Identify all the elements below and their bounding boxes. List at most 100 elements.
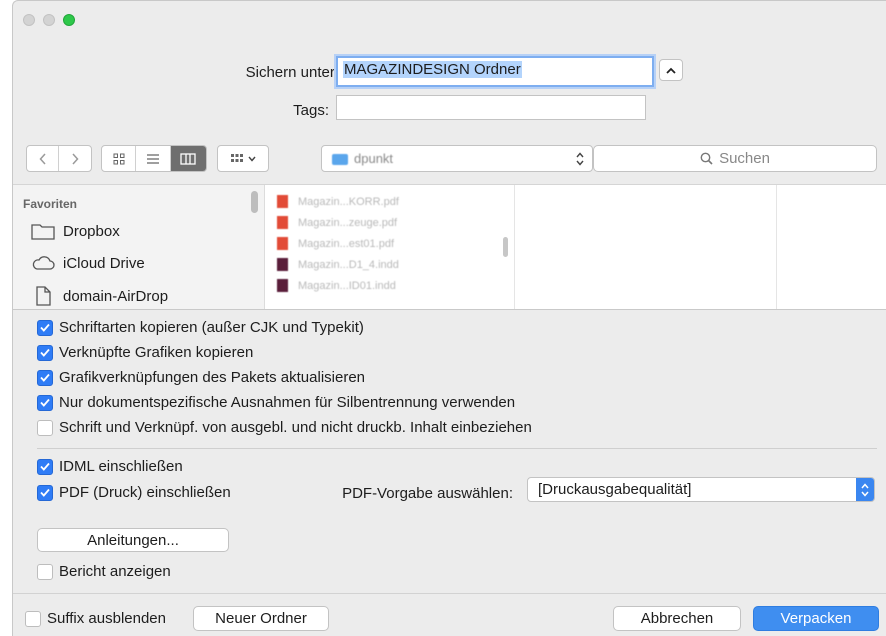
option-label: Grafikverknüpfungen des Pakets aktualisi… xyxy=(59,369,366,386)
gallery-grid-icon xyxy=(231,153,243,162)
pdf-preset-value: [Druckausgabequalität] xyxy=(538,481,692,498)
tags-label: Tags: xyxy=(293,102,329,119)
file-name: Magazin...ID01.indd xyxy=(298,279,396,292)
option-include-idml[interactable]: IDML einschließen xyxy=(37,458,183,475)
checkmark-icon xyxy=(40,373,50,382)
checkmark-icon xyxy=(40,462,50,471)
folder-icon xyxy=(332,154,348,165)
checkbox[interactable] xyxy=(37,394,53,411)
folder-icon xyxy=(31,224,55,240)
checkbox[interactable] xyxy=(37,344,53,361)
checkbox[interactable] xyxy=(37,484,53,501)
tags-input[interactable] xyxy=(336,95,646,120)
sidebar-scrollbar[interactable] xyxy=(251,191,258,213)
pdf-preset-select[interactable]: [Druckausgabequalität] xyxy=(527,477,875,502)
document-icon xyxy=(36,286,51,306)
back-button[interactable] xyxy=(27,146,60,171)
option-label: Nur dokumentspezifische Ausnahmen für Si… xyxy=(59,394,516,411)
footer-divider xyxy=(13,593,886,594)
save-as-label: Sichern unter: xyxy=(245,64,339,81)
file-row[interactable]: Magazin...D1_4.indd xyxy=(277,258,399,271)
pdf-file-icon xyxy=(277,195,288,208)
option-copy-linked-graphics[interactable]: Verknüpfte Grafiken kopieren xyxy=(37,344,253,361)
option-include-pdf[interactable]: PDF (Druck) einschließen xyxy=(37,484,231,501)
grid-icon xyxy=(113,153,125,164)
sidebar-item-airdrop[interactable]: domain-AirDrop xyxy=(31,286,168,306)
sidebar-item-dropbox[interactable]: Dropbox xyxy=(31,222,120,240)
search-placeholder: Suchen xyxy=(719,150,770,167)
sidebar: Favoriten Dropbox iCloud Drive domain-Ai… xyxy=(13,185,265,309)
chevron-down-icon xyxy=(248,156,256,162)
option-show-report[interactable]: Bericht anzeigen xyxy=(37,563,171,580)
option-include-hidden-content[interactable]: Schrift und Verknüpf. von ausgebl. und n… xyxy=(37,419,532,436)
view-mode-control xyxy=(101,145,207,172)
search-icon xyxy=(700,152,713,165)
file-column-1: Magazin...KORR.pdf Magazin...zeuge.pdf M… xyxy=(265,185,515,309)
new-folder-button[interactable]: Neuer Ordner xyxy=(193,606,329,631)
select-arrow xyxy=(856,478,874,501)
checkbox[interactable] xyxy=(37,369,53,386)
file-name: Magazin...KORR.pdf xyxy=(298,195,399,208)
save-as-input[interactable]: MAGAZINDESIGN Ordner xyxy=(336,56,654,87)
columns-icon xyxy=(180,152,196,165)
column-view-button[interactable] xyxy=(170,146,206,171)
checkbox[interactable] xyxy=(25,610,41,627)
updown-arrows-icon xyxy=(861,482,869,497)
pdf-file-icon xyxy=(277,237,288,250)
option-label: Schriftarten kopieren (außer CJK und Typ… xyxy=(59,319,364,336)
pdf-preset-label: PDF-Vorgabe auswählen: xyxy=(342,485,513,502)
file-name: Magazin...est01.pdf xyxy=(298,237,395,250)
title-bar xyxy=(13,1,886,37)
file-row[interactable]: Magazin...KORR.pdf xyxy=(277,195,399,208)
save-as-value: MAGAZINDESIGN Ordner xyxy=(343,61,522,78)
file-row[interactable]: Magazin...ID01.indd xyxy=(277,279,396,292)
close-window-button[interactable] xyxy=(23,14,35,26)
zoom-window-button[interactable] xyxy=(63,14,75,26)
checkbox[interactable] xyxy=(37,419,53,436)
indd-file-icon xyxy=(277,279,288,292)
option-label: IDML einschließen xyxy=(59,458,183,475)
package-button[interactable]: Verpacken xyxy=(753,606,879,631)
option-hyphenation-exceptions[interactable]: Nur dokumentspezifische Ausnahmen für Si… xyxy=(37,394,515,411)
location-popup[interactable]: dpunkt xyxy=(321,145,593,172)
file-name: Magazin...zeuge.pdf xyxy=(298,216,398,229)
list-view-button[interactable] xyxy=(136,146,171,171)
location-name: dpunkt xyxy=(354,151,394,166)
checkbox[interactable] xyxy=(37,458,53,475)
pdf-file-icon xyxy=(277,216,288,229)
chevron-up-icon xyxy=(666,67,676,74)
favorites-heading: Favoriten xyxy=(23,197,78,211)
option-hide-extension[interactable]: Suffix ausblenden xyxy=(25,610,166,627)
minimize-window-button[interactable] xyxy=(43,14,55,26)
option-label: Schrift und Verknüpf. von ausgebl. und n… xyxy=(59,419,532,436)
option-copy-fonts[interactable]: Schriftarten kopieren (außer CJK und Typ… xyxy=(37,319,364,336)
checkmark-icon xyxy=(40,323,50,332)
instructions-button[interactable]: Anleitungen... xyxy=(37,528,229,552)
arrange-button[interactable] xyxy=(217,145,269,172)
checkmark-icon xyxy=(40,488,50,497)
collapse-browser-button[interactable] xyxy=(659,59,683,81)
cloud-icon xyxy=(32,256,55,270)
sidebar-item-label: domain-AirDrop xyxy=(63,287,169,305)
file-browser: Favoriten Dropbox iCloud Drive domain-Ai… xyxy=(13,184,886,310)
option-update-graphic-links[interactable]: Grafikverknüpfungen des Pakets aktualisi… xyxy=(37,369,365,386)
chevron-left-icon xyxy=(38,152,46,165)
updown-arrows-icon xyxy=(576,152,584,166)
sidebar-item-label: iCloud Drive xyxy=(63,254,145,272)
checkmark-icon xyxy=(40,398,50,407)
icon-view-button[interactable] xyxy=(102,146,137,171)
sidebar-item-label: Dropbox xyxy=(63,222,120,240)
column-scrollbar[interactable] xyxy=(503,237,508,257)
option-label: Verknüpfte Grafiken kopieren xyxy=(59,344,254,361)
file-row[interactable]: Magazin...zeuge.pdf xyxy=(277,216,397,229)
cancel-button[interactable]: Abbrechen xyxy=(613,606,741,631)
checkmark-icon xyxy=(40,348,50,357)
checkbox[interactable] xyxy=(37,563,53,580)
option-label: Bericht anzeigen xyxy=(59,563,171,580)
divider xyxy=(37,448,877,449)
forward-button[interactable] xyxy=(59,146,91,171)
search-field[interactable]: Suchen xyxy=(593,145,877,172)
file-row[interactable]: Magazin...est01.pdf xyxy=(277,237,394,250)
sidebar-item-icloud-drive[interactable]: iCloud Drive xyxy=(31,254,145,272)
checkbox[interactable] xyxy=(37,319,53,336)
